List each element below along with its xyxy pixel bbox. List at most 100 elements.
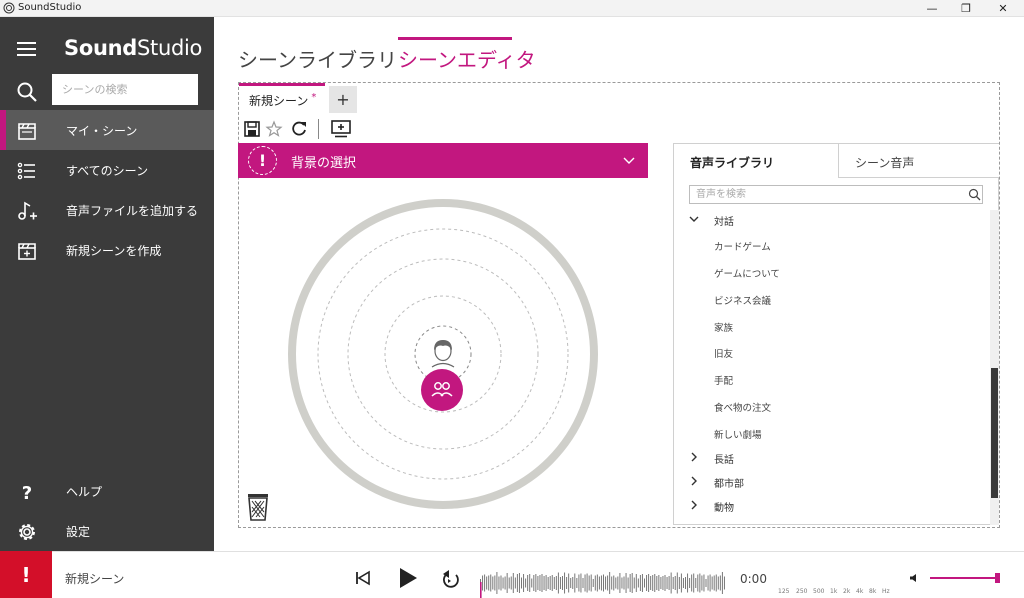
- waveform-bar: [650, 576, 652, 590]
- sidebar-item-settings[interactable]: 設定: [0, 511, 214, 551]
- group-label: 対話: [714, 217, 734, 228]
- tab-scene-editor[interactable]: シーンエディタ: [398, 44, 536, 73]
- group-dialogue[interactable]: 対話: [689, 209, 985, 233]
- list-item[interactable]: 旧友: [689, 342, 985, 366]
- waveform-bar: [492, 576, 494, 590]
- waveform-bar: [611, 576, 613, 590]
- maximize-button[interactable]: ❐: [949, 0, 983, 17]
- waveform-bar: [580, 573, 582, 593]
- freq-label: 4k: [856, 588, 864, 595]
- tab-scene-library[interactable]: シーンライブラリ: [238, 44, 397, 73]
- trash-icon[interactable]: [246, 492, 270, 522]
- sidebar-item-all-scenes[interactable]: すべてのシーン: [0, 150, 214, 190]
- document-tab[interactable]: 新規シーン *: [239, 83, 325, 113]
- tab-scene-sounds[interactable]: シーン音声: [838, 144, 999, 178]
- waveform-bar: [721, 572, 723, 594]
- waveform-bar: [717, 576, 719, 590]
- star-icon[interactable]: [265, 120, 283, 138]
- tab-sound-library[interactable]: 音声ライブラリ: [674, 144, 838, 178]
- add-to-display-icon[interactable]: [331, 120, 351, 138]
- scene-search-input[interactable]: [52, 74, 198, 105]
- waveform-bar: [590, 574, 592, 592]
- sidebar-item-label: 新規シーンを作成: [66, 243, 162, 258]
- list-item[interactable]: 新しい劇場: [689, 423, 985, 447]
- playback-time: 0:00: [740, 572, 767, 586]
- waveform-bar: [668, 576, 670, 590]
- waveform-bar: [703, 574, 705, 592]
- list-item[interactable]: 食べ物の注文: [689, 396, 985, 420]
- waveform-bar: [584, 574, 586, 592]
- minimize-button[interactable]: —: [915, 0, 949, 17]
- waveform-bar: [713, 575, 715, 591]
- list-item[interactable]: ビジネス会議: [689, 289, 985, 313]
- close-button[interactable]: ✕: [986, 0, 1020, 17]
- sound-source-node[interactable]: [421, 369, 463, 411]
- waveform-bar: [609, 572, 611, 594]
- waveform-bar: [695, 578, 697, 588]
- group-label: 動物: [714, 503, 734, 514]
- sound-search-input[interactable]: [689, 185, 983, 204]
- group-urban[interactable]: 都市部: [689, 471, 985, 495]
- list-item[interactable]: ゲームについて: [689, 262, 985, 286]
- loop-icon[interactable]: [441, 569, 460, 588]
- skip-back-icon[interactable]: [355, 570, 371, 586]
- sidebar-item-new-scene[interactable]: 新規シーンを作成: [0, 230, 214, 270]
- waveform-bar: [525, 578, 527, 588]
- list-item[interactable]: 家族: [689, 316, 985, 340]
- chevron-down-icon: [623, 157, 635, 164]
- waveform-bar: [557, 572, 559, 594]
- waveform-bar: [498, 576, 500, 590]
- toolbar-divider: [318, 119, 319, 139]
- background-select-dropdown[interactable]: ! 背景の選択: [238, 143, 648, 178]
- brand-logo: SoundStudio: [64, 36, 203, 60]
- add-tab-button[interactable]: +: [329, 86, 357, 113]
- play-icon[interactable]: [398, 567, 418, 589]
- sidebar-item-add-audio[interactable]: 音声ファイルを追加する: [0, 190, 214, 230]
- sidebar-item-my-scenes[interactable]: マイ・シーン: [0, 110, 214, 150]
- volume-slider-thumb[interactable]: [994, 573, 1000, 583]
- waveform-bar: [687, 573, 689, 593]
- library-scrollbar-thumb[interactable]: [991, 368, 998, 498]
- search-icon[interactable]: [16, 81, 38, 103]
- group-label: 都市部: [714, 479, 744, 490]
- unsaved-marker: *: [311, 92, 317, 103]
- volume-icon[interactable]: [909, 573, 919, 583]
- freq-label: 500: [813, 588, 825, 595]
- volume-slider[interactable]: [930, 577, 998, 579]
- waveform-bar: [693, 573, 695, 593]
- save-icon[interactable]: [243, 120, 261, 138]
- waveform-bar: [672, 577, 674, 589]
- waveform-bar: [658, 575, 660, 591]
- sidebar-item-help[interactable]: ? ヘルプ: [0, 471, 214, 511]
- group-animals[interactable]: 動物: [689, 495, 985, 519]
- sound-stage[interactable]: [288, 199, 598, 509]
- chevron-right-icon: [691, 452, 697, 462]
- waveform-bar: [697, 574, 699, 592]
- waveform-bar: [553, 577, 555, 589]
- list-item[interactable]: カードゲーム: [689, 235, 985, 259]
- group-long-talk[interactable]: 長話: [689, 447, 985, 471]
- waveform-bar: [518, 573, 520, 593]
- sidebar-item-label: 設定: [66, 524, 91, 539]
- document-tab-label: 新規シーン: [249, 94, 309, 108]
- waveform-bar: [504, 576, 506, 590]
- waveform-bar: [635, 574, 637, 592]
- waveform-bar: [613, 575, 615, 591]
- waveform-bar: [537, 576, 539, 590]
- waveform[interactable]: [479, 568, 725, 598]
- refresh-icon[interactable]: [290, 120, 308, 138]
- list-item[interactable]: 手配: [689, 369, 985, 393]
- hamburger-menu-icon[interactable]: [17, 42, 36, 56]
- waveform-bar: [617, 576, 619, 590]
- playhead[interactable]: [480, 582, 482, 598]
- waveform-bar: [588, 575, 590, 591]
- waveform-bar: [514, 577, 516, 589]
- waveform-bar: [533, 575, 535, 591]
- waveform-bar: [496, 572, 498, 594]
- waveform-bar: [502, 577, 504, 589]
- search-icon[interactable]: [968, 188, 981, 201]
- waveform-bar: [566, 577, 568, 589]
- waveform-bar: [666, 577, 668, 589]
- active-tab-indicator: [398, 37, 512, 40]
- alert-indicator[interactable]: !: [0, 551, 52, 598]
